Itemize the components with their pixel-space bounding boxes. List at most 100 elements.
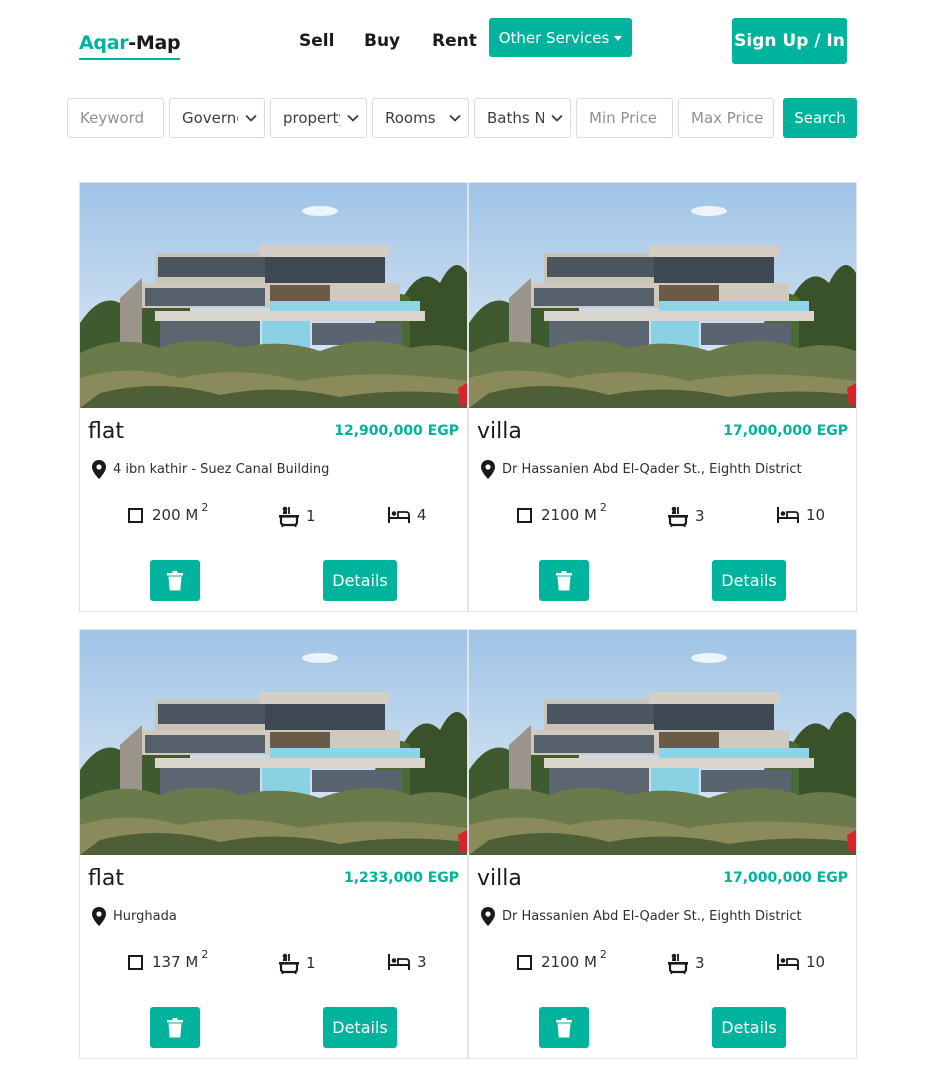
listing-area-value: 2100 M [541, 506, 597, 524]
governorate-value: Governorate [182, 109, 238, 127]
keyword-placeholder: Keyword [80, 109, 145, 127]
listing-location: Hurghada [92, 907, 177, 926]
max-price-placeholder: Max Price [691, 109, 764, 127]
listing-location-text: Hurghada [113, 908, 177, 924]
delete-button[interactable] [150, 1007, 200, 1048]
listing-baths-value: 1 [306, 507, 316, 525]
listing-location: 4 ibn kathir - Suez Canal Building [92, 460, 329, 479]
property-type-value: property type [283, 109, 340, 127]
details-button[interactable]: Details [323, 560, 397, 601]
listing-area-unit-sup: 2 [599, 501, 607, 514]
listing-rooms-value: 4 [417, 506, 427, 524]
chevron-down-icon [544, 114, 570, 122]
bathtub-icon [668, 506, 688, 527]
bathtub-icon [279, 506, 299, 527]
rooms-value: Rooms [385, 109, 436, 127]
listing-baths-value: 1 [306, 954, 316, 972]
chevron-down-icon [442, 114, 468, 122]
logo-part-map: -Map [128, 32, 181, 54]
bed-icon [388, 507, 410, 523]
max-price-input[interactable]: Max Price [678, 98, 774, 138]
listing-baths-value: 3 [695, 954, 705, 972]
bed-icon [777, 954, 799, 970]
listing-area-value: 137 M [152, 953, 199, 971]
listing-rooms-value: 10 [806, 506, 826, 524]
other-services-dropdown[interactable]: Other Services [489, 18, 632, 57]
rooms-select[interactable]: Rooms [372, 98, 469, 138]
logo-part-aqar: Aqar [79, 32, 129, 54]
listing-type: flat [88, 866, 124, 891]
other-services-label: Other Services [498, 28, 610, 47]
listing-rooms: 4 [387, 505, 427, 525]
delete-button[interactable] [150, 560, 200, 601]
listing-photo[interactable] [80, 183, 467, 408]
listing-price: 12,900,000 EGP [334, 423, 459, 439]
listing-rooms: 10 [776, 505, 825, 525]
listing-baths: 3 [667, 505, 705, 527]
map-pin-icon [92, 907, 106, 926]
details-button[interactable]: Details [712, 560, 786, 601]
listing-rooms: 3 [387, 952, 427, 972]
property-type-select[interactable]: property type [270, 98, 367, 138]
map-pin-icon [92, 460, 106, 479]
listing-location-text: 4 ibn kathir - Suez Canal Building [113, 461, 330, 477]
listing-location: Dr Hassanien Abd El-Qader St., Eighth Di… [481, 460, 802, 479]
listing-card-4: villa 17,000,000 EGP Dr Hassanien Abd El… [468, 629, 857, 1059]
details-button[interactable]: Details [712, 1007, 786, 1048]
area-square-icon [128, 954, 143, 970]
nav-buy[interactable]: Buy [364, 30, 400, 52]
trash-icon [556, 1017, 572, 1037]
min-price-placeholder: Min Price [589, 109, 657, 127]
listing-price: 1,233,000 EGP [343, 870, 459, 886]
listing-area: 2100 M2 [517, 948, 607, 972]
listing-area: 137 M2 [128, 948, 208, 972]
nav-sell[interactable]: Sell [299, 30, 334, 52]
listing-area-value: 2100 M [541, 953, 597, 971]
baths-select[interactable]: Baths Number [474, 98, 571, 138]
listing-location-text: Dr Hassanien Abd El-Qader St., Eighth Di… [502, 461, 802, 477]
site-logo[interactable]: Aqar-Map [79, 30, 181, 60]
keyword-input[interactable]: Keyword [67, 98, 164, 138]
governorate-select[interactable]: Governorate [169, 98, 265, 138]
listing-area-unit-sup: 2 [201, 948, 209, 961]
listing-location-text: Dr Hassanien Abd El-Qader St., Eighth Di… [502, 908, 802, 924]
min-price-input[interactable]: Min Price [576, 98, 673, 138]
bed-icon [388, 954, 410, 970]
nav-rent[interactable]: Rent [432, 30, 477, 52]
details-button[interactable]: Details [323, 1007, 397, 1048]
trash-icon [167, 570, 183, 590]
listing-type: villa [477, 866, 522, 891]
listing-card-1: flat 12,900,000 EGP 4 ibn kathir - Suez … [79, 182, 468, 612]
listing-type: flat [88, 419, 124, 444]
listing-rooms-value: 10 [806, 953, 826, 971]
listing-price: 17,000,000 EGP [723, 423, 848, 439]
listing-baths: 1 [278, 505, 316, 527]
listing-type: villa [477, 419, 522, 444]
bathtub-icon [668, 953, 688, 974]
listing-baths-value: 3 [695, 507, 705, 525]
listing-photo[interactable] [469, 183, 856, 408]
map-pin-icon [481, 460, 495, 479]
listing-rooms-value: 3 [417, 953, 427, 971]
listing-baths: 3 [667, 952, 705, 974]
listing-photo[interactable] [469, 630, 856, 855]
chevron-down-icon [238, 114, 264, 122]
bathtub-icon [279, 953, 299, 974]
chevron-down-icon [340, 114, 366, 122]
trash-icon [167, 1017, 183, 1037]
trash-icon [556, 570, 572, 590]
listing-area: 2100 M2 [517, 501, 607, 525]
delete-button[interactable] [539, 1007, 589, 1048]
listing-price: 17,000,000 EGP [723, 870, 848, 886]
listing-rooms: 10 [776, 952, 825, 972]
listing-photo[interactable] [80, 630, 467, 855]
listing-card-3: flat 1,233,000 EGP Hurghada 137 M2 1 3 D… [79, 629, 468, 1059]
baths-value: Baths Number [487, 109, 544, 127]
area-square-icon [517, 954, 532, 970]
map-pin-icon [481, 907, 495, 926]
delete-button[interactable] [539, 560, 589, 601]
search-button[interactable]: Search [783, 98, 857, 138]
signup-button[interactable]: Sign Up / In [732, 18, 847, 64]
caret-down-icon [614, 35, 623, 41]
listing-area-unit-sup: 2 [599, 948, 607, 961]
